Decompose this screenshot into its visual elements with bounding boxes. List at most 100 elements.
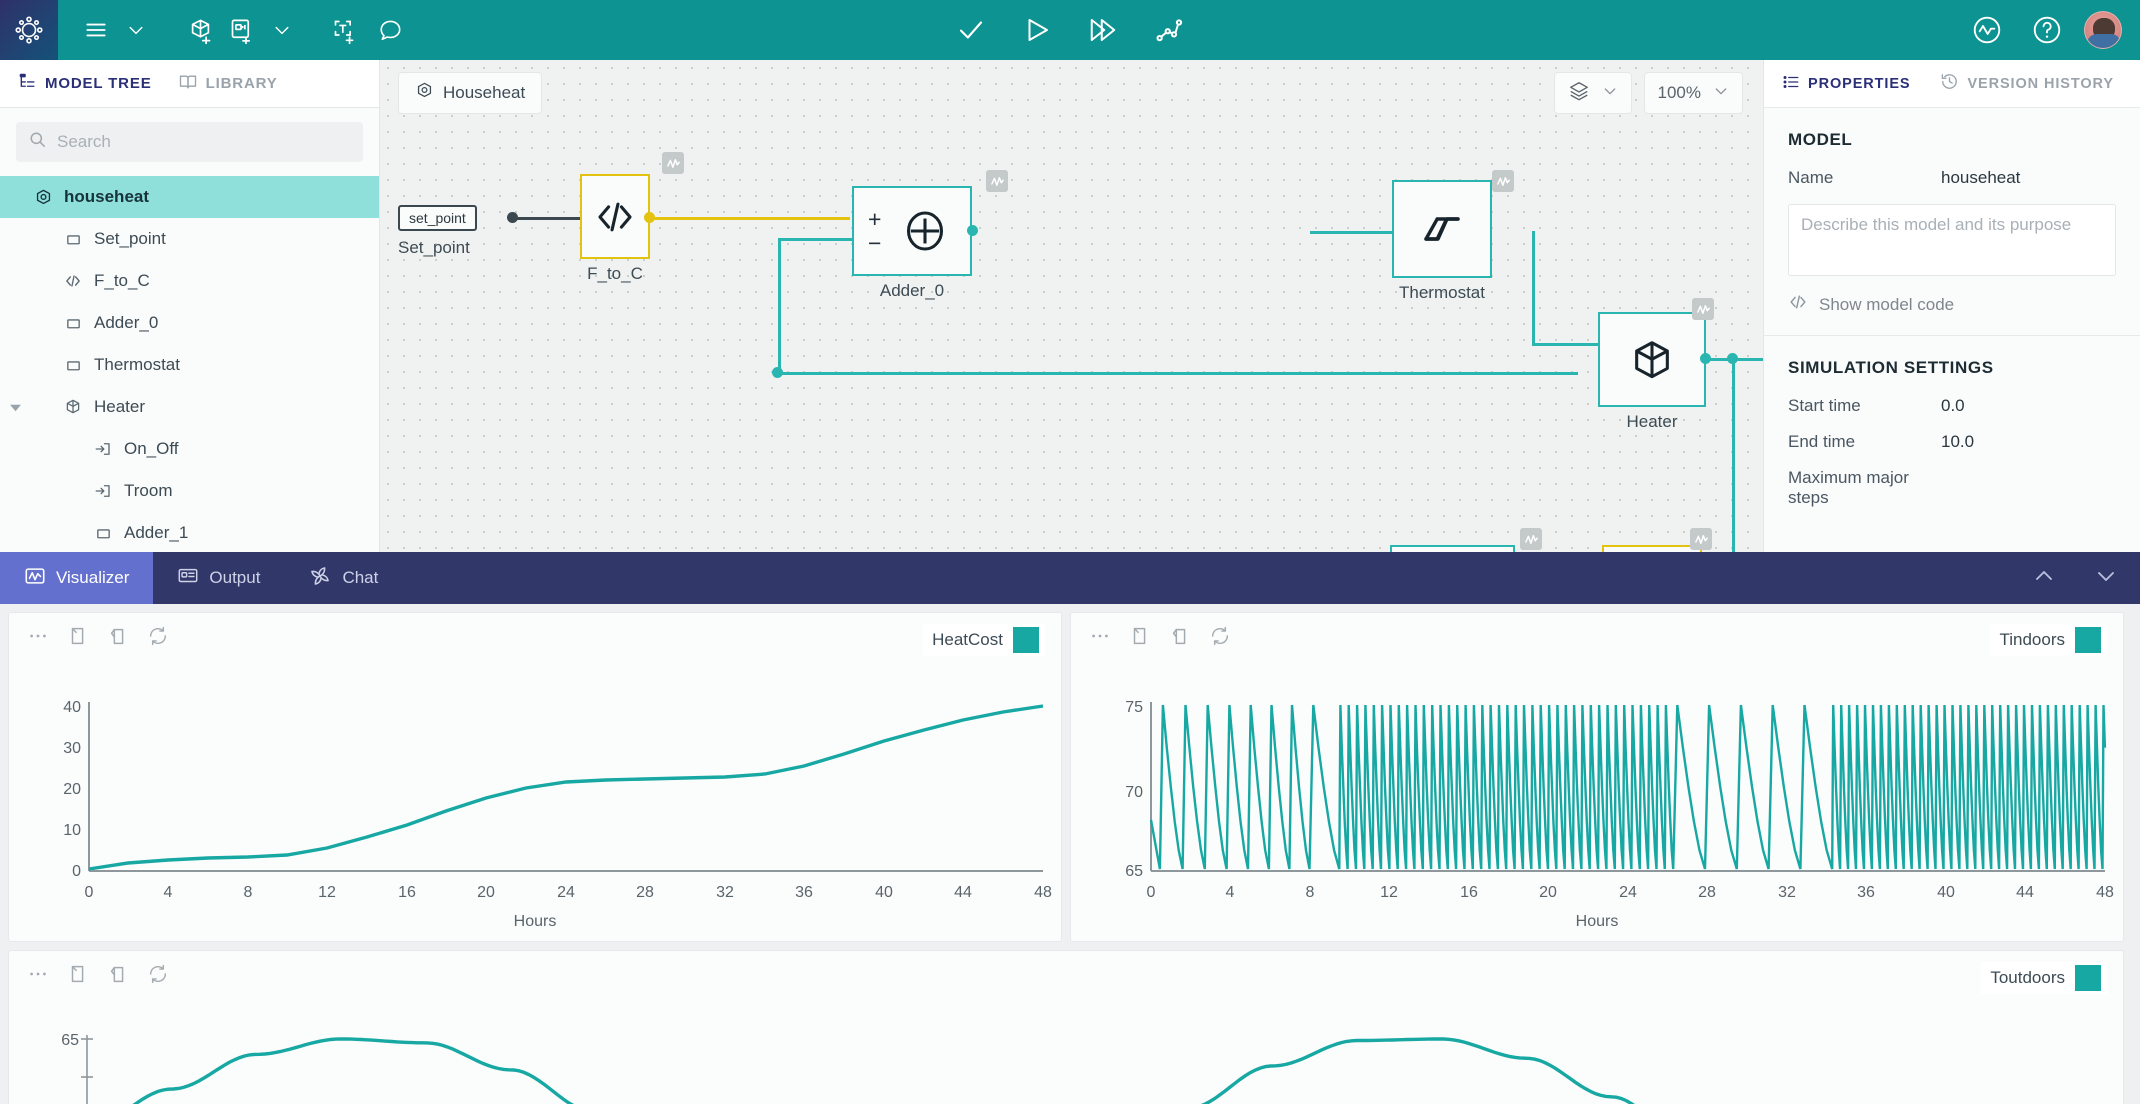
tree-item-househeat[interactable]: househeat	[0, 176, 379, 218]
undo-zoom-icon[interactable]	[107, 625, 129, 647]
block-label: Heater	[1626, 412, 1678, 431]
code-icon	[60, 272, 86, 290]
block-label: Thermostat	[1399, 283, 1485, 302]
block-thermostat[interactable]: Thermostat	[1392, 180, 1492, 302]
activity-icon[interactable]	[1964, 0, 2010, 60]
tab-version-history[interactable]: VERSION HISTORY	[1940, 60, 2113, 108]
more-options-icon[interactable]	[27, 963, 49, 985]
model-section: MODEL Name househeat Describe this model…	[1764, 108, 2140, 336]
undo-zoom-icon[interactable]	[1169, 625, 1191, 647]
book-icon	[178, 72, 198, 96]
tab-library[interactable]: LIBRARY	[178, 60, 278, 108]
port-set-point[interactable]: set_point	[398, 205, 477, 231]
add-annotation-icon[interactable]	[324, 0, 365, 60]
max-major-steps-row: Maximum major steps	[1788, 468, 2116, 508]
output-dot	[967, 225, 978, 236]
play-icon[interactable]	[1015, 0, 1059, 60]
block-adder-1[interactable]: +−	[1390, 545, 1515, 552]
tree-item-on-off[interactable]: On_Off	[0, 428, 379, 470]
more-options-icon[interactable]	[27, 625, 49, 647]
tab-output-label: Output	[209, 568, 261, 587]
breadcrumb[interactable]: Househeat	[398, 72, 543, 114]
svg-text:32: 32	[716, 884, 734, 901]
model-description-input[interactable]: Describe this model and its purpose	[1788, 204, 2116, 276]
zoom-level-button[interactable]: 100%	[1643, 72, 1743, 114]
properties-tabs: PROPERTIES VERSION HISTORY	[1764, 60, 2140, 108]
tree-item-adder-0[interactable]: Adder_0	[0, 302, 379, 344]
menu-chevron-down-icon[interactable]	[116, 0, 156, 60]
search-box[interactable]	[16, 122, 363, 162]
sidebar-tabs: MODEL TREE LIBRARY	[0, 60, 379, 108]
model-tree: househeat Set_point F_to_C Adder_0 Therm…	[0, 172, 379, 554]
x-axis-label: Hours	[513, 913, 557, 930]
layers-button[interactable]	[1553, 72, 1632, 114]
block-outdoor-code[interactable]	[1602, 545, 1702, 552]
refresh-icon[interactable]	[1209, 625, 1231, 647]
avatar[interactable]	[2084, 11, 2122, 49]
fit-icon[interactable]	[1129, 625, 1151, 647]
block-heater[interactable]: Heater	[1598, 312, 1706, 431]
undo-zoom-icon[interactable]	[107, 963, 129, 985]
fit-icon[interactable]	[67, 625, 89, 647]
add-block-icon[interactable]	[180, 0, 221, 60]
chevron-down-icon[interactable]	[2094, 564, 2118, 593]
chart-legend[interactable]: Tindoors	[1990, 624, 2107, 656]
svg-text:16: 16	[398, 884, 416, 901]
refresh-icon[interactable]	[147, 625, 169, 647]
scope-icon[interactable]	[1492, 170, 1514, 192]
tab-properties[interactable]: PROPERTIES	[1782, 60, 1910, 108]
output-dot	[1700, 353, 1711, 364]
chart-legend[interactable]: Toutdoors	[1981, 962, 2107, 994]
tree-item-label: Troom	[124, 481, 173, 500]
more-options-icon[interactable]	[1089, 625, 1111, 647]
check-icon[interactable]	[949, 0, 993, 60]
comment-icon[interactable]	[371, 0, 411, 60]
optimize-icon[interactable]	[1147, 0, 1191, 60]
menu-icon[interactable]	[76, 0, 116, 60]
tree-item-adder-1[interactable]: Adder_1	[0, 512, 379, 554]
model-name-label: Name	[1788, 168, 1834, 187]
chart-panel-toutdoors[interactable]: Toutdoors 6555	[8, 950, 2124, 1104]
show-model-code-label: Show model code	[1819, 294, 1955, 314]
legend-label: Tindoors	[1999, 630, 2065, 649]
tab-model-tree[interactable]: MODEL TREE	[18, 60, 152, 108]
show-model-code-button[interactable]: Show model code	[1788, 292, 2116, 317]
end-time-value[interactable]: 10.0	[1941, 432, 2116, 452]
help-icon[interactable]	[2024, 0, 2070, 60]
fast-forward-icon[interactable]	[1081, 0, 1125, 60]
tree-item-thermostat[interactable]: Thermostat	[0, 344, 379, 386]
diagram-canvas[interactable]: Househeat 100% set_point Set_point F_to_…	[380, 60, 1763, 552]
tree-item-heater[interactable]: Heater	[0, 386, 379, 428]
chart-legend[interactable]: HeatCost	[923, 624, 1045, 656]
chart-panel-heatcost[interactable]: HeatCost 40 30 20 10 0 048 12 16 20 24 2…	[8, 612, 1062, 942]
scope-icon[interactable]	[1690, 528, 1712, 550]
fit-icon[interactable]	[67, 963, 89, 985]
app-logo[interactable]	[0, 0, 58, 60]
tree-item-label: Thermostat	[94, 355, 180, 374]
chevron-down-icon	[1713, 83, 1729, 104]
tab-output[interactable]: Output	[153, 552, 284, 604]
y-axis-ticks: 6555	[61, 1032, 79, 1049]
add-submodel-chevron-down-icon[interactable]	[262, 0, 302, 60]
chevron-up-icon[interactable]	[2032, 564, 2056, 593]
search-input[interactable]	[57, 132, 351, 152]
scope-icon[interactable]	[1520, 528, 1542, 550]
start-time-value[interactable]: 0.0	[1941, 396, 2116, 416]
scope-icon[interactable]	[1692, 298, 1714, 320]
start-time-label: Start time	[1788, 396, 1861, 415]
svg-text:40: 40	[875, 884, 893, 901]
block-f-to-c[interactable]: F_to_C	[580, 174, 650, 283]
tree-item-set-point[interactable]: Set_point	[0, 218, 379, 260]
tab-visualizer[interactable]: Visualizer	[0, 552, 154, 604]
refresh-icon[interactable]	[147, 963, 169, 985]
scope-icon[interactable]	[986, 170, 1008, 192]
add-submodel-icon[interactable]	[221, 0, 262, 60]
chart-panel-tindoors[interactable]: Tindoors 75 70 65 048 12 16 20 24 28 32 36 40 44…	[1070, 612, 2124, 942]
model-name-value[interactable]: househeat	[1941, 168, 2116, 188]
block-adder-0[interactable]: + − Adder_0	[852, 186, 972, 300]
scope-icon[interactable]	[662, 152, 684, 174]
tree-item-troom[interactable]: Troom	[0, 470, 379, 512]
tree-item-f-to-c[interactable]: F_to_C	[0, 260, 379, 302]
tree-caret-expanded-icon[interactable]	[0, 401, 30, 414]
tab-chat[interactable]: Chat	[284, 552, 402, 604]
